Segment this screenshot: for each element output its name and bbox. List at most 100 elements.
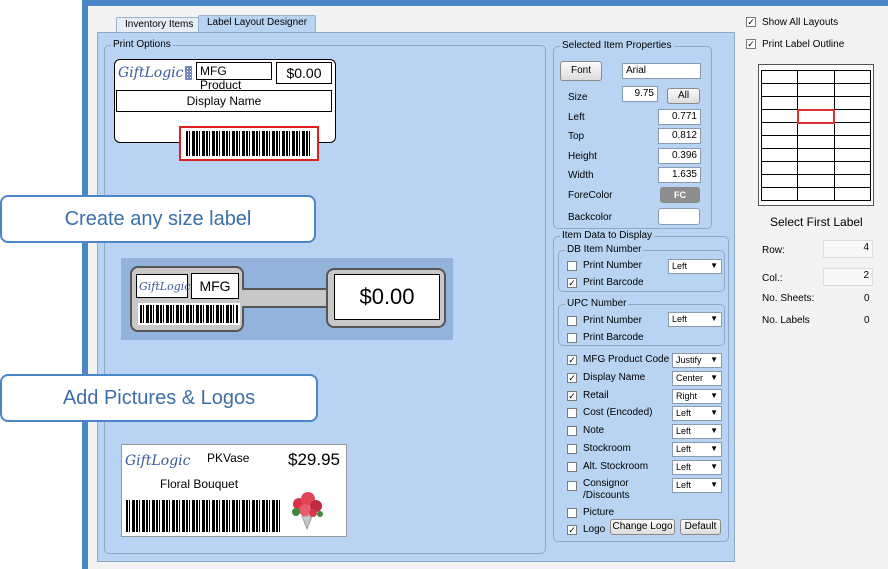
font-button[interactable]: Font [560,61,602,81]
note-label: Note [583,425,605,436]
label-sheet-preview[interactable] [758,64,874,206]
all-button[interactable]: All [667,88,700,104]
label-cell[interactable] [760,148,799,162]
display-name-label: Display Name [583,372,646,383]
consignor-align-select[interactable]: Left ▼ [672,478,722,493]
label-cell[interactable] [797,174,835,188]
label-cell[interactable] [760,70,799,84]
alt-stockroom-checkbox[interactable] [567,462,577,472]
change-logo-button[interactable]: Change Logo [610,519,675,535]
upc-print-number-checkbox[interactable] [567,316,577,326]
label-cell[interactable] [797,187,835,201]
label-cell[interactable] [833,161,872,175]
label-cell[interactable] [760,83,799,97]
label-cell[interactable] [833,148,872,162]
chevron-down-icon: ▼ [710,391,718,400]
row-field[interactable]: 4 [823,240,873,258]
label-cell[interactable] [797,135,835,149]
default-button[interactable]: Default [680,519,721,535]
chevron-down-icon: ▼ [710,261,718,270]
note-checkbox[interactable] [567,426,577,436]
logo-text: GiftLogic [125,453,191,469]
label-cell[interactable] [797,148,835,162]
no-labels-value: 0 [864,315,870,326]
show-all-layouts-checkbox[interactable]: ✓ [746,17,756,27]
stockroom-align-select[interactable]: Left ▼ [672,442,722,457]
label2-price-field[interactable]: $0.00 [334,274,440,320]
label3-barcode[interactable] [126,500,281,532]
label1-mfg-field[interactable]: MFG Product [196,62,272,92]
picture-checkbox[interactable] [567,508,577,518]
cost-encoded-checkbox[interactable] [567,408,577,418]
label3-mfg-field[interactable]: PKVase [207,451,249,465]
label-sheet-grid[interactable] [760,70,872,201]
font-name-field[interactable]: Arial [622,63,701,79]
top-field[interactable]: 0.812 [658,128,701,144]
mfg-product-code-checkbox[interactable]: ✓ [567,355,577,365]
print-label-outline-checkbox[interactable]: ✓ [746,39,756,49]
retail-checkbox[interactable]: ✓ [567,391,577,401]
label-cell[interactable] [797,83,835,97]
note-align-select[interactable]: Left ▼ [672,424,722,439]
flower-bouquet-picture[interactable] [282,486,332,531]
callout-create-any-size: Create any size label [0,195,316,243]
label-cell[interactable] [797,70,835,84]
retail-align-select[interactable]: Right ▼ [672,389,722,404]
label-cell[interactable] [797,122,835,136]
logo-checkbox[interactable]: ✓ [567,525,577,535]
db-print-number-checkbox[interactable] [567,261,577,271]
size-field[interactable]: 9.75 [622,86,658,102]
label-cell[interactable] [760,174,799,188]
label-cell[interactable] [760,109,799,123]
retail-label: Retail [583,390,609,401]
label-cell[interactable] [833,70,872,84]
label2-barcode[interactable] [138,303,240,325]
label2-mfg-field[interactable]: MFG [191,273,239,299]
stockroom-checkbox[interactable] [567,444,577,454]
forecolor-button[interactable]: FC [660,187,700,203]
upc-print-barcode-checkbox[interactable] [567,333,577,343]
barcode-icon [186,131,312,156]
alt-stockroom-align-select[interactable]: Left ▼ [672,460,722,475]
label-cell[interactable] [833,83,872,97]
width-field[interactable]: 1.635 [658,167,701,183]
label1-barcode-selected[interactable] [179,126,319,161]
label-cell[interactable] [833,174,872,188]
label-cell[interactable] [833,96,872,110]
alt-stockroom-label: Alt. Stockroom [583,461,649,472]
label3-display-name-field[interactable]: Floral Bouquet [160,477,238,491]
label-cell[interactable] [760,122,799,136]
upc-number-align-select[interactable]: Left ▼ [668,312,722,327]
db-number-align-select[interactable]: Left ▼ [668,259,722,274]
label-cell[interactable] [833,109,872,123]
label-cell[interactable] [833,122,872,136]
backcolor-button[interactable] [658,208,700,225]
label-cell[interactable] [797,96,835,110]
display-name-align-select[interactable]: Center ▼ [672,371,722,386]
label-cell[interactable] [833,135,872,149]
label-cell[interactable] [833,187,872,201]
display-name-checkbox[interactable]: ✓ [567,373,577,383]
left-field[interactable]: 0.771 [658,109,701,125]
label-cell[interactable] [797,161,835,175]
label-cell[interactable] [760,161,799,175]
label-cell[interactable] [760,135,799,149]
stockroom-label: Stockroom [583,443,631,454]
tab-label-layout-designer[interactable]: Label Layout Designer [198,15,317,33]
height-field[interactable]: 0.396 [658,148,701,164]
label-cell[interactable] [760,187,799,201]
db-print-barcode-checkbox[interactable]: ✓ [567,278,577,288]
align-value: Left [676,426,692,436]
consignor-checkbox[interactable] [567,481,577,491]
chevron-down-icon: ▼ [710,408,718,417]
tab-inventory-items[interactable]: Inventory Items [116,17,203,33]
mfg-product-code-align-select[interactable]: Justify ▼ [672,353,722,368]
label3-price-field[interactable]: $29.95 [288,450,340,470]
label-cell[interactable] [796,108,836,124]
label-cell[interactable] [760,96,799,110]
cost-encoded-align-select[interactable]: Left ▼ [672,406,722,421]
label1-price-field[interactable]: $0.00 [276,62,332,84]
size-label: Size [568,92,588,103]
label1-display-name-field[interactable]: Display Name [116,90,332,112]
col-field[interactable]: 2 [823,268,873,286]
